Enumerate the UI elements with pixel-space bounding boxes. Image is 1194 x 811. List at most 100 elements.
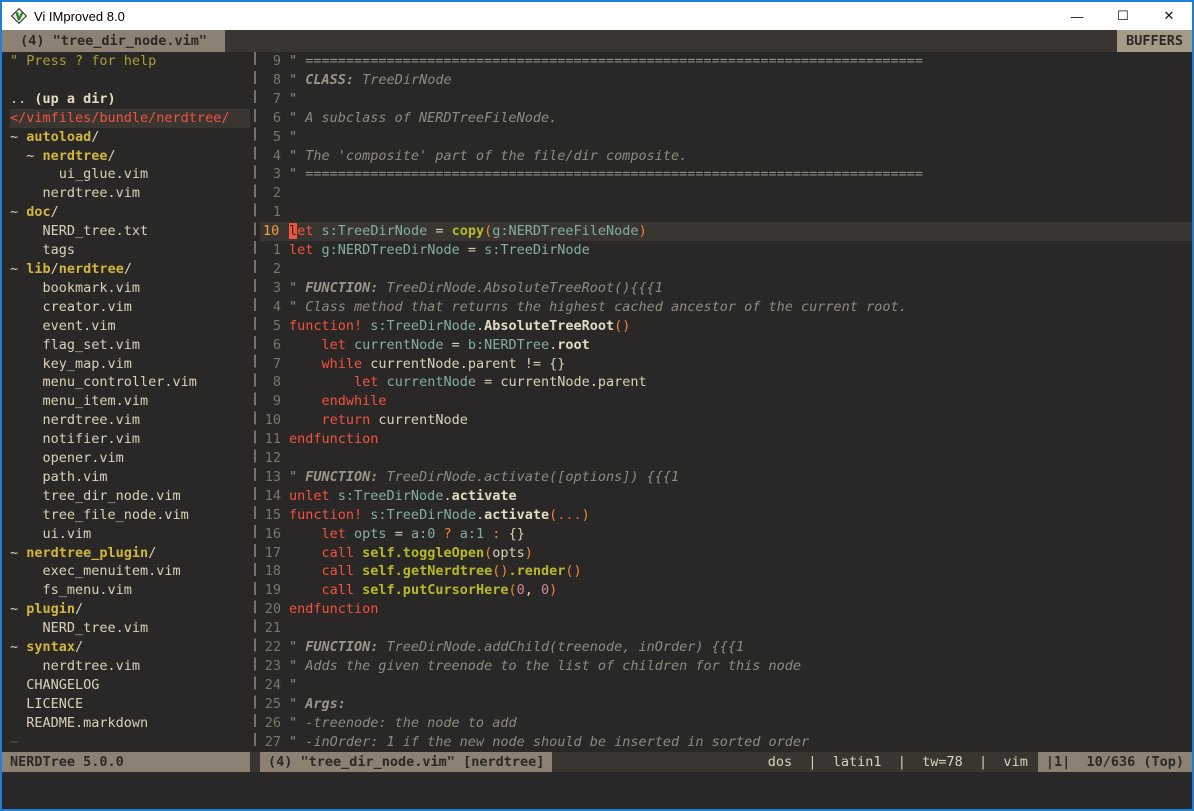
code-line[interactable]: 3" FUNCTION: TreeDirNode.AbsoluteTreeRoo…: [260, 279, 1192, 298]
tree-file[interactable]: ui.vim: [10, 525, 250, 544]
code-line[interactable]: 3" =====================================…: [260, 165, 1192, 184]
code-line[interactable]: 6" A subclass of NERDTreeFileNode.: [260, 109, 1192, 128]
code-line[interactable]: 7 while currentNode.parent != {}: [260, 355, 1192, 374]
tree-dir-autoload-nerdtree[interactable]: ~ nerdtree/: [10, 147, 250, 166]
window-separator[interactable]: [250, 52, 260, 752]
token-comB: FUNCTION:: [305, 639, 378, 655]
token-aqua: b:NERDTree: [468, 337, 549, 353]
token-com: " ======================================…: [289, 53, 923, 69]
tree-dir-doc[interactable]: ~ doc/: [10, 203, 250, 222]
code-line[interactable]: 6 let currentNode = b:NERDTree.root: [260, 336, 1192, 355]
tree-file[interactable]: exec_menuitem.vim: [10, 562, 250, 581]
maximize-button[interactable]: ☐: [1100, 2, 1146, 30]
code-line[interactable]: 21: [260, 619, 1192, 638]
end-of-buffer-tilde[interactable]: ~: [10, 733, 250, 752]
code-line[interactable]: 7": [260, 90, 1192, 109]
code-line[interactable]: 20endfunction: [260, 600, 1192, 619]
tree-dir-autoload[interactable]: ~ autoload/: [10, 128, 250, 147]
code-line[interactable]: 13" FUNCTION: TreeDirNode.activate([opti…: [260, 468, 1192, 487]
tree-file[interactable]: creator.vim: [10, 298, 250, 317]
tree-file[interactable]: fs_menu.vim: [10, 581, 250, 600]
code-line[interactable]: 24": [260, 676, 1192, 695]
tree-file[interactable]: NERD_tree.vim: [10, 619, 250, 638]
tree-file[interactable]: flag_set.vim: [10, 336, 250, 355]
code-line[interactable]: 11endfunction: [260, 430, 1192, 449]
tree-file[interactable]: ui_glue.vim: [10, 165, 250, 184]
tree-file[interactable]: README.markdown: [10, 714, 250, 733]
code-line[interactable]: 26" -treenode: the node to add: [260, 714, 1192, 733]
tree-file[interactable]: bookmark.vim: [10, 279, 250, 298]
tree-file[interactable]: LICENCE: [10, 695, 250, 714]
code-line[interactable]: 15function! s:TreeDirNode.activate(...): [260, 506, 1192, 525]
tree-up-a-dir[interactable]: .. (up a dir): [10, 90, 250, 109]
tree-file[interactable]: nerdtree.vim: [10, 411, 250, 430]
code-line[interactable]: 27" -inOrder: 1 if the new node should b…: [260, 733, 1192, 752]
tree-file[interactable]: nerdtree.vim: [10, 184, 250, 203]
code-line[interactable]: 4" Class method that returns the highest…: [260, 298, 1192, 317]
tree-file[interactable]: menu_item.vim: [10, 392, 250, 411]
code-line[interactable]: 2: [260, 260, 1192, 279]
code-line[interactable]: 16 let opts = a:0 ? a:1 : {}: [260, 525, 1192, 544]
token-fg: currentNode.parent != {}: [362, 356, 565, 372]
token-red: while: [322, 356, 363, 372]
tree-file[interactable]: path.vim: [10, 468, 250, 487]
code-line[interactable]: 8" CLASS: TreeDirNode: [260, 71, 1192, 90]
code-line[interactable]: 22" FUNCTION: TreeDirNode.addChild(treen…: [260, 638, 1192, 657]
tree-dir-syntax[interactable]: ~ syntax/: [10, 638, 250, 657]
code-line[interactable]: 14unlet s:TreeDirNode.activate: [260, 487, 1192, 506]
tree-help-line[interactable]: " Press ? for help: [10, 52, 250, 71]
token-fg: /: [108, 148, 116, 164]
code-line[interactable]: 5function! s:TreeDirNode.AbsoluteTreeRoo…: [260, 317, 1192, 336]
tree-file[interactable]: CHANGELOG: [10, 676, 250, 695]
tab-tree-dir-node[interactable]: (4) "tree_dir_node.vim": [2, 30, 225, 52]
tree-dir-nerdtree-plugin[interactable]: ~ nerdtree_plugin/: [10, 544, 250, 563]
code-line[interactable]: 1let g:NERDTreeDirNode = s:TreeDirNode: [260, 241, 1192, 260]
tree-file[interactable]: nerdtree.vim: [10, 657, 250, 676]
code-line[interactable]: 9 endwhile: [260, 392, 1192, 411]
token-fg: ~: [10, 129, 26, 145]
tree-file[interactable]: key_map.vim: [10, 355, 250, 374]
token-fg: [289, 526, 322, 542]
tree-file[interactable]: NERD_tree.txt: [10, 222, 250, 241]
code-text: " CLASS: TreeDirNode: [289, 71, 1192, 90]
line-number: 16: [260, 525, 289, 544]
line-number: 4: [260, 147, 289, 166]
tree-file[interactable]: tags: [10, 241, 250, 260]
code-line[interactable]: 17 call self.toggleOpen(opts): [260, 544, 1192, 563]
tree-file[interactable]: event.vim: [10, 317, 250, 336]
token-fg: ~: [10, 261, 26, 277]
code-line[interactable]: 1: [260, 203, 1192, 222]
code-line[interactable]: 2: [260, 184, 1192, 203]
code-line[interactable]: 5": [260, 128, 1192, 147]
code-line[interactable]: 19 call self.putCursorHere(0, 0): [260, 581, 1192, 600]
code-line[interactable]: 10 return currentNode: [260, 411, 1192, 430]
token-green: copy: [452, 223, 485, 239]
token-orange: (: [508, 582, 516, 598]
code-line[interactable]: 25" Args:: [260, 695, 1192, 714]
tabline: (4) "tree_dir_node.vim" BUFFERS: [2, 30, 1192, 52]
token-fg: [452, 526, 460, 542]
tree-file[interactable]: notifier.vim: [10, 430, 250, 449]
tree-dir-lib-nerdtree[interactable]: ~ lib/nerdtree/: [10, 260, 250, 279]
code-line[interactable]: 4" The 'composite' part of the file/dir …: [260, 147, 1192, 166]
code-line[interactable]: 18 call self.getNerdtree().render(): [260, 562, 1192, 581]
close-button[interactable]: ✕: [1146, 2, 1192, 30]
token-fg: /: [75, 601, 83, 617]
code-line[interactable]: 23" Adds the given treenode to the list …: [260, 657, 1192, 676]
command-line[interactable]: [2, 772, 1192, 809]
tree-dir-plugin[interactable]: ~ plugin/: [10, 600, 250, 619]
tree-file[interactable]: tree_file_node.vim: [10, 506, 250, 525]
code-text: [289, 260, 1192, 279]
code-line[interactable]: 9" =====================================…: [260, 52, 1192, 71]
minimize-button[interactable]: —: [1054, 2, 1100, 30]
code-line[interactable]: 8 let currentNode = currentNode.parent: [260, 373, 1192, 392]
tree-file[interactable]: tree_dir_node.vim: [10, 487, 250, 506]
token-green: self.toggleOpen: [362, 545, 484, 561]
tree-file[interactable]: menu_controller.vim: [10, 373, 250, 392]
token-red: let: [322, 526, 346, 542]
token-com: TreeDirNode.activate([options]) {{{1: [378, 469, 679, 485]
tree-root[interactable]: </vimfiles/bundle/nerdtree/: [10, 109, 250, 128]
code-line[interactable]: 12: [260, 449, 1192, 468]
tree-file[interactable]: opener.vim: [10, 449, 250, 468]
code-line-current[interactable]: 10let s:TreeDirNode = copy(g:NERDTreeFil…: [260, 222, 1192, 241]
